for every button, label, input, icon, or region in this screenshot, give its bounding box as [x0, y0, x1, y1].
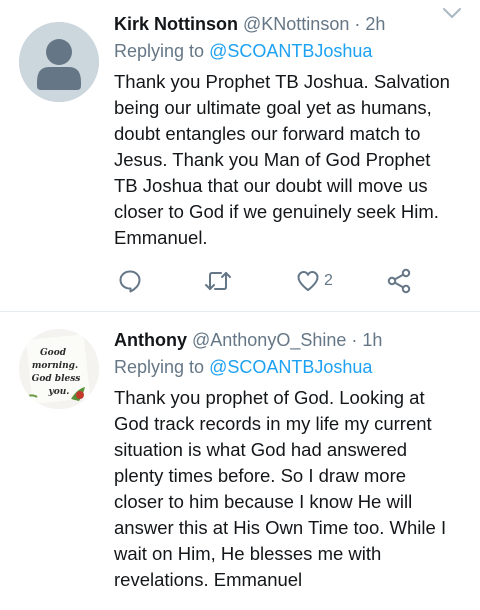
share-button[interactable] [386, 266, 412, 296]
separator-dot: · [354, 14, 361, 34]
tweet-text-line: revelations. Emmanuel [114, 569, 303, 590]
tweet-text-line: Jesus. Thank you Man of God Prophet [114, 149, 431, 170]
avatar[interactable] [19, 22, 99, 102]
default-avatar-icon [19, 22, 99, 102]
retweet-icon [205, 272, 231, 290]
tweet-header: Kirk Nottinson @KNottinson · 2h [114, 11, 466, 37]
tweet[interactable]: Good morning. God bless you. Anthony @An… [0, 312, 480, 610]
reply-icon [119, 270, 141, 293]
avatar-text-line: God bless [32, 374, 81, 384]
like-button[interactable]: 2 [296, 266, 333, 296]
replying-label: Replying to [114, 41, 205, 61]
tweet-text-line: closer to him because I know He will [114, 491, 413, 512]
tweet-text-line: TB Joshua that our doubt will move us [114, 175, 428, 196]
timestamp[interactable]: 1h [362, 330, 382, 350]
tweet-text-line: answer this at His Own Time too. While I [114, 517, 447, 538]
avatar[interactable]: Good morning. God bless you. [19, 329, 99, 409]
reply-button[interactable] [118, 266, 142, 296]
tweet-actions: 2 [114, 266, 434, 296]
tweet-text-line: Thank you Prophet TB Joshua. Salvation [114, 71, 450, 92]
good-morning-card-avatar: Good morning. God bless you. [19, 329, 99, 409]
replying-to-link[interactable]: @SCOANTBJoshua [209, 357, 372, 377]
tweet-text-line: Thank you prophet of God. Looking at [114, 387, 425, 408]
like-count: 2 [324, 272, 333, 289]
retweet-button[interactable] [204, 266, 232, 296]
share-icon [387, 268, 411, 294]
tweet-text-line: being our ultimate goal yet as humans, [114, 97, 432, 118]
replying-to-link[interactable]: @SCOANTBJoshua [209, 41, 372, 61]
replying-to: Replying to @SCOANTBJoshua [114, 354, 466, 380]
tweet-content: Kirk Nottinson @KNottinson · 2h Replying… [114, 11, 466, 251]
user-handle[interactable]: @AnthonyO_Shine [192, 330, 346, 350]
tweet-text-line: Emmanuel. [114, 227, 208, 248]
tweet-text: Thank you Prophet TB Joshua. Salvation b… [114, 69, 464, 251]
chevron-down-icon[interactable] [442, 6, 462, 20]
replying-label: Replying to [114, 357, 205, 377]
avatar-text-line: Good [40, 348, 67, 358]
tweet-header: Anthony @AnthonyO_Shine · 1h [114, 327, 466, 353]
user-handle[interactable]: @KNottinson [243, 14, 349, 34]
tweet-text: Thank you prophet of God. Looking at God… [114, 385, 464, 593]
tweet-text-line: doubt entangles our forward match to [114, 123, 421, 144]
separator-dot: · [351, 330, 358, 350]
display-name[interactable]: Kirk Nottinson [114, 14, 238, 34]
tweet-text-line: closer to God if we genuinely seek Him. [114, 201, 439, 222]
timestamp[interactable]: 2h [365, 14, 385, 34]
heart-icon [297, 271, 319, 291]
tweet-text-line: God track records in my life my current [114, 413, 432, 434]
avatar-text-line: you. [48, 387, 70, 397]
tweet[interactable]: Kirk Nottinson @KNottinson · 2h Replying… [0, 0, 480, 312]
tweet-content: Anthony @AnthonyO_Shine · 1h Replying to… [114, 327, 466, 593]
tweet-text-line: plenty times before. So I draw more [114, 465, 407, 486]
display-name[interactable]: Anthony [114, 330, 187, 350]
tweet-text-line: wait on Him, He blesses me with [114, 543, 382, 564]
tweet-text-line: situation is what God had answered [114, 439, 408, 460]
avatar-text-line: morning. [32, 361, 78, 371]
replying-to: Replying to @SCOANTBJoshua [114, 38, 466, 64]
